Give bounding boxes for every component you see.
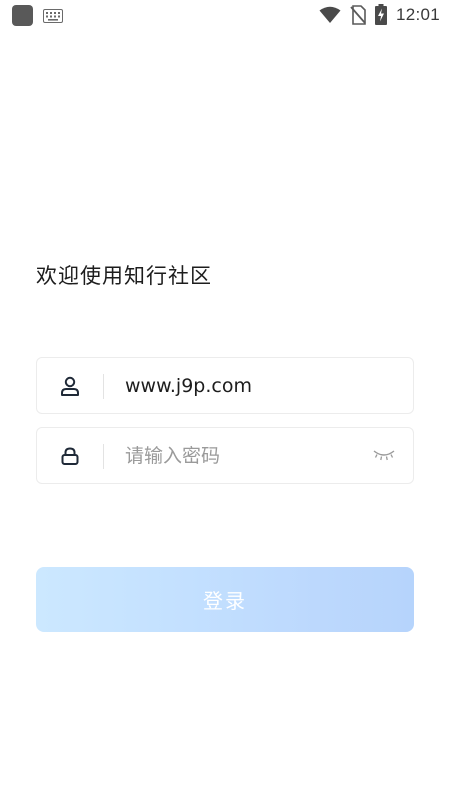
login-screen: 12:01 欢迎使用知行社区 www.j9p.com 登录	[0, 0, 450, 800]
user-icon	[59, 375, 81, 397]
status-right: 12:01	[319, 4, 440, 25]
status-left	[12, 5, 63, 26]
no-sim-icon	[350, 4, 366, 25]
app-icon	[12, 5, 33, 26]
status-time: 12:01	[395, 4, 440, 24]
password-input[interactable]	[125, 428, 355, 483]
keyboard-icon	[43, 8, 63, 23]
password-field[interactable]	[36, 427, 414, 484]
battery-charging-icon	[374, 4, 387, 25]
field-divider	[103, 444, 104, 469]
welcome-title: 欢迎使用知行社区	[36, 264, 212, 288]
username-input[interactable]	[125, 358, 355, 413]
login-button[interactable]: 登录	[36, 567, 414, 632]
field-divider	[103, 374, 104, 399]
eye-closed-icon[interactable]	[373, 448, 395, 462]
lock-icon	[59, 445, 81, 467]
wifi-icon	[319, 6, 341, 23]
username-field[interactable]	[36, 357, 414, 414]
status-bar: 12:01	[0, 0, 450, 32]
